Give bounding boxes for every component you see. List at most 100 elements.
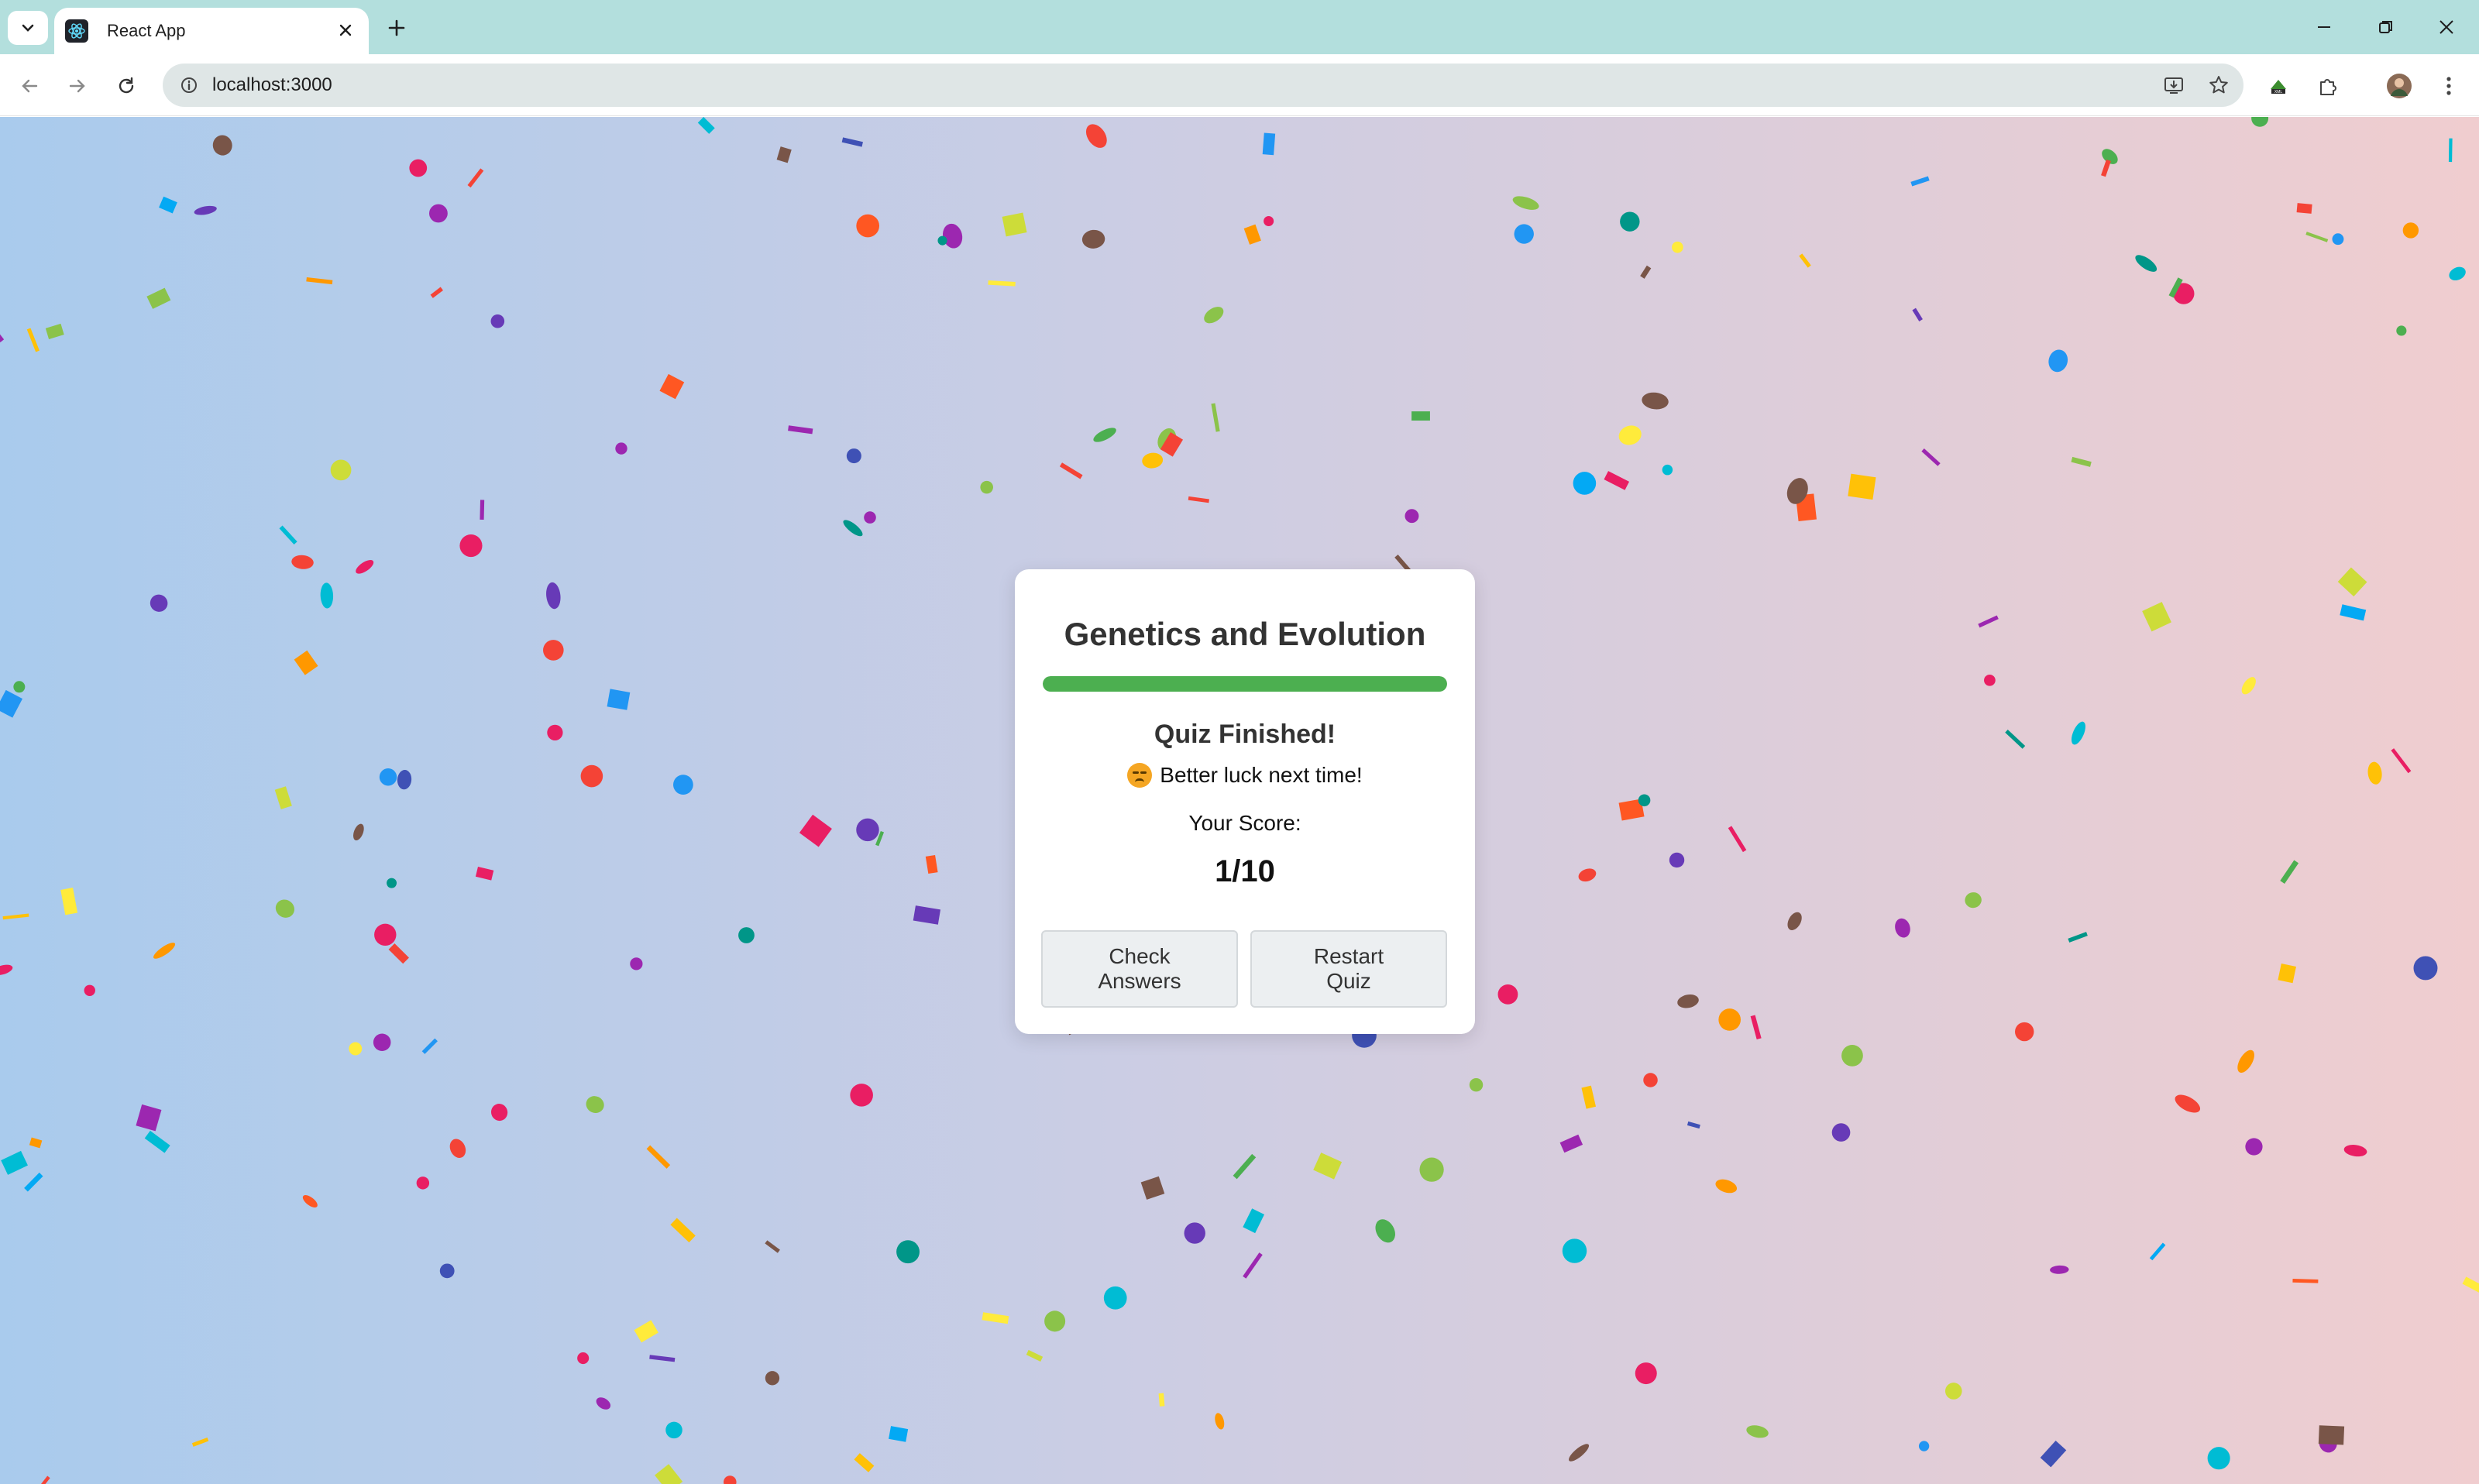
confetti-piece xyxy=(212,135,232,156)
back-icon[interactable] xyxy=(12,68,48,104)
confetti-piece xyxy=(2071,456,2092,467)
extension-icon[interactable]: XML xyxy=(2261,68,2296,104)
confetti-piece xyxy=(1715,1179,1738,1194)
progress-fill xyxy=(1043,676,1447,692)
confetti-piece xyxy=(306,277,333,285)
confetti-piece xyxy=(2245,1138,2263,1156)
confetti-piece xyxy=(2396,325,2407,336)
confetti-piece xyxy=(1895,918,1910,938)
confetti-piece xyxy=(279,525,297,545)
confetti-piece xyxy=(2142,602,2171,632)
confetti-piece xyxy=(843,520,863,537)
address-bar[interactable]: localhost:3000 xyxy=(163,64,2243,107)
confetti-piece xyxy=(153,943,176,959)
restore-icon[interactable] xyxy=(2355,0,2417,54)
confetti-piece xyxy=(1912,307,1923,321)
confetti-piece xyxy=(765,1371,780,1386)
check-answers-button[interactable]: Check Answers xyxy=(1041,930,1238,1008)
restart-quiz-button[interactable]: Restart Quiz xyxy=(1250,930,1447,1008)
confetti-piece xyxy=(449,1139,466,1158)
confetti-piece xyxy=(1262,132,1276,156)
confetti-piece xyxy=(2135,255,2158,272)
confetti-piece xyxy=(1841,1045,1863,1067)
confetti-piece xyxy=(2413,956,2438,981)
confetti-piece xyxy=(1620,211,1640,232)
confetti-piece xyxy=(2071,721,2085,745)
confetti-piece xyxy=(1944,1383,1962,1400)
minimize-icon[interactable] xyxy=(2293,0,2355,54)
tab-search-button[interactable] xyxy=(8,11,48,45)
confetti-piece xyxy=(2318,1425,2345,1445)
confetti-piece xyxy=(1618,425,1642,445)
browser-tab[interactable]: React App xyxy=(54,8,369,54)
confetti-piece xyxy=(850,1084,873,1107)
confetti-piece xyxy=(547,724,563,741)
confetti-piece xyxy=(1188,496,1209,503)
kebab-menu-icon[interactable] xyxy=(2431,68,2467,104)
confetti-piece xyxy=(738,927,755,943)
confetti-piece xyxy=(430,287,443,298)
puzzle-icon[interactable] xyxy=(2310,68,2346,104)
confetti-piece xyxy=(937,235,947,246)
confetti-piece xyxy=(1581,1085,1597,1109)
confetti-piece xyxy=(275,899,294,918)
confetti-piece xyxy=(320,582,334,609)
confetti-piece xyxy=(490,314,505,328)
confetti-piece xyxy=(1140,1176,1165,1200)
score-label: Your Score: xyxy=(1188,811,1301,835)
confetti-piece xyxy=(294,650,318,675)
confetti-piece xyxy=(2005,729,2026,749)
reload-icon[interactable] xyxy=(108,68,144,104)
confetti-piece xyxy=(1799,253,1811,268)
confetti-piece xyxy=(1921,448,1941,466)
confetti-piece xyxy=(2050,1265,2069,1274)
confetti-piece xyxy=(1184,1222,1205,1244)
confetti-piece xyxy=(2462,1276,2479,1296)
confetti-piece xyxy=(1512,196,1539,210)
confetti-piece xyxy=(387,878,397,888)
confetti-piece xyxy=(1243,224,1261,245)
confetti-piece xyxy=(896,1240,920,1264)
confetti-piece xyxy=(34,1475,50,1484)
bookmark-star-icon[interactable] xyxy=(2197,64,2240,107)
close-tab-icon[interactable] xyxy=(333,19,358,43)
confetti-piece xyxy=(1085,124,1107,148)
confetti-piece xyxy=(373,1033,391,1052)
confetti-piece xyxy=(1158,1393,1165,1407)
confetti-piece xyxy=(1243,1252,1263,1279)
confetti-piece xyxy=(659,373,685,400)
confetti-piece xyxy=(353,823,364,841)
install-app-icon[interactable] xyxy=(2152,64,2195,107)
confetti-piece xyxy=(864,511,876,524)
confetti-piece xyxy=(291,555,314,569)
confetti-piece xyxy=(150,594,168,612)
chevron-down-icon xyxy=(22,24,34,32)
confetti-piece xyxy=(630,957,643,970)
confetti-piece xyxy=(776,146,792,163)
confetti-piece xyxy=(665,1421,682,1439)
confetti-piece xyxy=(1686,1121,1700,1129)
confetti-piece xyxy=(475,866,494,881)
confetti-piece xyxy=(2448,138,2453,163)
confetti-piece xyxy=(2149,1242,2166,1261)
confetti-piece xyxy=(1233,1153,1257,1180)
confetti-piece xyxy=(1677,994,1699,1008)
confetti-piece xyxy=(2343,1145,2367,1157)
confetti-piece xyxy=(1211,403,1220,432)
avatar[interactable] xyxy=(2381,68,2417,104)
confetti-piece xyxy=(1642,392,1669,410)
quiz-title: Genetics and Evolution xyxy=(1064,616,1426,652)
site-info-icon[interactable] xyxy=(178,74,200,96)
confetti-piece xyxy=(1604,471,1630,490)
new-tab-icon[interactable] xyxy=(380,12,414,43)
confetti-piece xyxy=(2278,963,2296,984)
confetti-piece xyxy=(330,459,352,481)
forward-icon[interactable] xyxy=(59,68,95,104)
confetti-piece xyxy=(388,943,409,964)
confetti-piece xyxy=(1848,473,1876,500)
confetti-piece xyxy=(191,1437,209,1447)
window-close-icon[interactable] xyxy=(2415,0,2477,54)
svg-text:XML: XML xyxy=(2274,90,2283,94)
confetti-piece xyxy=(2402,222,2419,239)
confetti-piece xyxy=(2337,567,2367,597)
